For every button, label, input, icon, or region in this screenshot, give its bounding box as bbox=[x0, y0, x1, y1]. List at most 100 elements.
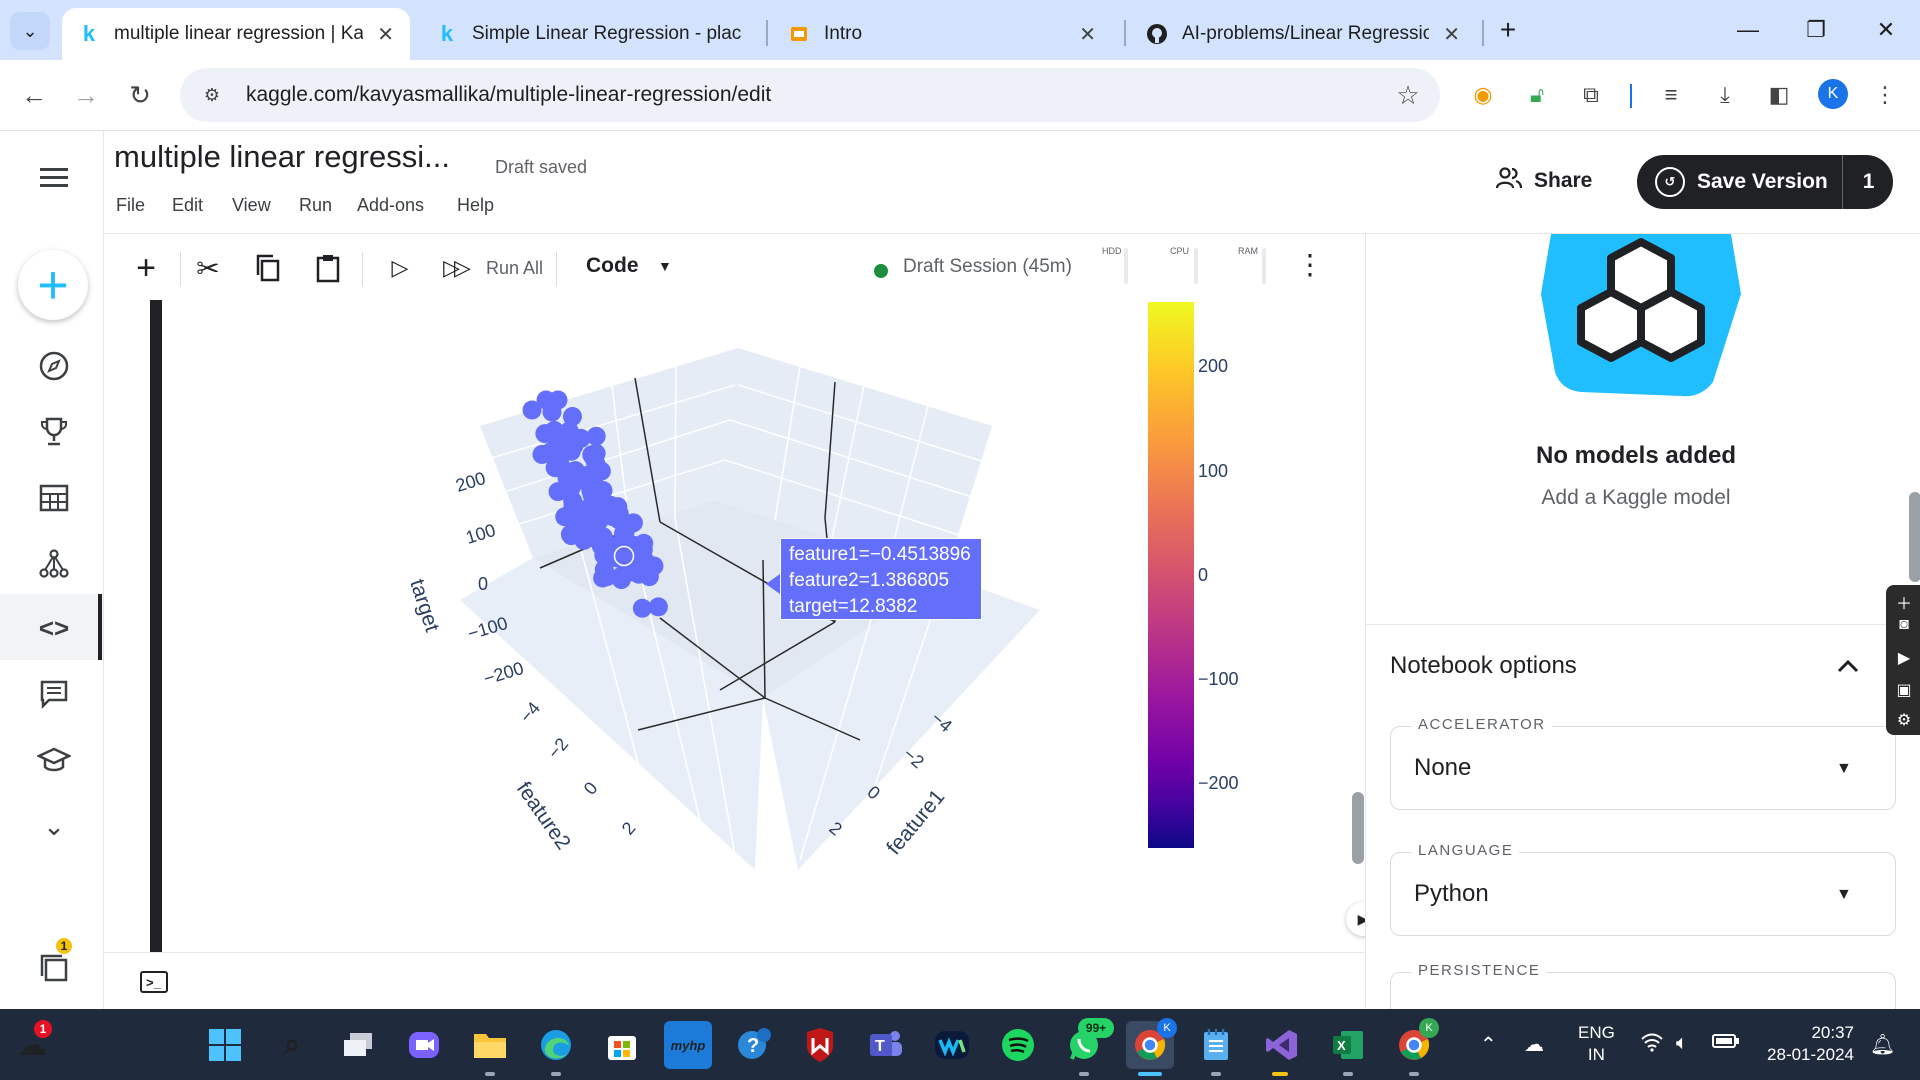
gallery-icon[interactable]: ▣ bbox=[1892, 680, 1916, 704]
gear-icon[interactable]: ⚙ bbox=[1892, 710, 1916, 734]
add-model-link[interactable]: Add a Kaggle model bbox=[1366, 486, 1906, 510]
edge-browser-icon[interactable] bbox=[532, 1021, 580, 1069]
side-panel-icon[interactable]: ◧ bbox=[1762, 78, 1796, 112]
chevron-down-icon[interactable]: ⌄ bbox=[30, 802, 78, 850]
menu-file[interactable]: File bbox=[116, 195, 145, 216]
chevron-up-icon[interactable] bbox=[1836, 650, 1860, 681]
scatter-marker[interactable] bbox=[567, 498, 587, 518]
caret-down-icon[interactable]: ▼ bbox=[1836, 760, 1852, 778]
run-all-button[interactable]: Run All bbox=[486, 258, 543, 279]
myhp-icon[interactable]: myhp bbox=[664, 1021, 712, 1069]
notifications-bell-icon[interactable]: 🔔︎ bbox=[1870, 1032, 1895, 1057]
save-version-button[interactable]: ↺ Save Version 1 bbox=[1637, 155, 1893, 209]
meet-video-icon[interactable] bbox=[400, 1021, 448, 1069]
clock[interactable]: 20:37 28-01-2024 bbox=[1756, 1022, 1854, 1066]
copy-icon[interactable] bbox=[248, 248, 288, 288]
camera-icon[interactable]: ◙ bbox=[1892, 616, 1916, 640]
terminal-icon[interactable]: >_ bbox=[140, 971, 168, 993]
add-capture-icon[interactable]: ＋ bbox=[1892, 590, 1916, 614]
excel-icon[interactable]: X bbox=[1324, 1021, 1372, 1069]
profile-avatar[interactable]: K bbox=[1818, 79, 1848, 109]
extension-lock-icon[interactable]: 🔓︎ bbox=[1520, 78, 1554, 112]
onedrive-cloud-icon[interactable]: ☁ bbox=[1524, 1032, 1544, 1057]
back-arrow-icon[interactable]: ← bbox=[14, 75, 54, 115]
code-icon[interactable]: <> bbox=[30, 604, 78, 652]
extension-circle-icon[interactable]: ◉ bbox=[1466, 78, 1500, 112]
cell-type-select[interactable]: Code bbox=[586, 254, 639, 278]
scatter-marker[interactable] bbox=[578, 521, 598, 541]
cut-scissors-icon[interactable]: ✂ bbox=[188, 248, 228, 288]
video-icon[interactable]: ▶ bbox=[1892, 648, 1916, 672]
datasets-table-icon[interactable] bbox=[30, 474, 78, 522]
close-tab-icon[interactable]: ✕ bbox=[1079, 22, 1096, 47]
language-indicator[interactable]: ENG IN bbox=[1578, 1022, 1615, 1066]
menu-help[interactable]: Help bbox=[457, 195, 494, 216]
more-options-icon[interactable]: ⋮ bbox=[1296, 248, 1324, 281]
scatter-marker[interactable] bbox=[561, 478, 581, 498]
new-tab-button[interactable]: + bbox=[1480, 12, 1536, 48]
scatter-marker[interactable] bbox=[632, 598, 652, 618]
menu-add-ons[interactable]: Add-ons bbox=[357, 195, 424, 216]
models-icon[interactable] bbox=[30, 540, 78, 588]
reload-icon[interactable]: ↻ bbox=[120, 75, 160, 115]
notebook-options-title[interactable]: Notebook options bbox=[1390, 652, 1577, 680]
share-button[interactable]: Share bbox=[1495, 167, 1592, 195]
chevron-up-icon[interactable]: ⌃ bbox=[1480, 1032, 1497, 1057]
forward-arrow-icon[interactable]: → bbox=[66, 75, 106, 115]
menu-run[interactable]: Run bbox=[299, 195, 332, 216]
restore-window-icon[interactable]: ❐ bbox=[1788, 12, 1844, 48]
menu-edit[interactable]: Edit bbox=[172, 195, 203, 216]
paste-clipboard-icon[interactable] bbox=[308, 248, 348, 288]
close-tab-icon[interactable]: ✕ bbox=[1443, 22, 1460, 47]
scatter-marker[interactable] bbox=[562, 407, 582, 427]
notebook-scrollbar-thumb[interactable] bbox=[1352, 792, 1364, 864]
search-icon[interactable]: ⌕ bbox=[268, 1021, 316, 1069]
battery-icon[interactable] bbox=[1712, 1032, 1740, 1055]
close-tab-icon[interactable]: ✕ bbox=[377, 22, 394, 47]
get-help-icon[interactable]: ? bbox=[730, 1021, 778, 1069]
version-count[interactable]: 1 bbox=[1863, 170, 1875, 194]
run-all-icon[interactable]: ▷▷ bbox=[434, 248, 474, 288]
mcafee-shield-icon[interactable] bbox=[796, 1021, 844, 1069]
scatter-marker[interactable] bbox=[542, 402, 562, 422]
tab-search-button[interactable]: ⌄ bbox=[10, 12, 50, 50]
microsoft-store-icon[interactable] bbox=[598, 1021, 646, 1069]
browser-tab-active[interactable]: k multiple linear regression | Kag ✕ bbox=[62, 8, 410, 60]
notebook-title[interactable]: multiple linear regressi... bbox=[114, 139, 450, 175]
scatter-marker[interactable] bbox=[545, 458, 565, 478]
browser-tab[interactable]: AI-problems/Linear Regression/ ✕ bbox=[1130, 8, 1476, 60]
recently-viewed-icon[interactable] bbox=[30, 944, 78, 992]
media-queue-icon[interactable]: ≡ bbox=[1654, 78, 1688, 112]
scatter-marker[interactable] bbox=[601, 505, 621, 525]
url-text[interactable]: kaggle.com/kavyasmallika/multiple-linear… bbox=[246, 83, 1388, 107]
chrome-menu-icon[interactable]: ⋮ bbox=[1868, 78, 1902, 112]
webex-icon[interactable] bbox=[928, 1021, 976, 1069]
teams-icon[interactable]: T bbox=[862, 1021, 910, 1069]
address-bar[interactable]: ⚙ kaggle.com/kavyasmallika/multiple-line… bbox=[180, 68, 1440, 122]
visual-studio-icon[interactable] bbox=[1258, 1021, 1306, 1069]
scatter-marker[interactable] bbox=[554, 428, 574, 448]
windows-start-icon[interactable] bbox=[201, 1021, 249, 1069]
scatter-marker[interactable] bbox=[633, 540, 653, 560]
create-plus-button[interactable]: + bbox=[18, 250, 88, 320]
spotify-icon[interactable] bbox=[994, 1021, 1042, 1069]
site-settings-icon[interactable]: ⚙ bbox=[192, 75, 232, 115]
run-cell-play-icon[interactable]: ▷ bbox=[380, 248, 420, 288]
bookmark-star-icon[interactable]: ☆ bbox=[1388, 80, 1428, 111]
volume-icon[interactable]: 🔈︎ bbox=[1676, 1032, 1688, 1055]
file-explorer-icon[interactable] bbox=[466, 1021, 514, 1069]
draft-session-label[interactable]: Draft Session (45m) bbox=[903, 256, 1072, 278]
caret-down-icon[interactable]: ▼ bbox=[658, 258, 672, 274]
caret-down-icon[interactable]: ▼ bbox=[1836, 886, 1852, 904]
browser-tab[interactable]: k Simple Linear Regression - plac bbox=[420, 8, 760, 60]
trophy-icon[interactable] bbox=[30, 408, 78, 456]
panel-scrollbar-thumb[interactable] bbox=[1909, 492, 1920, 582]
notepad-icon[interactable] bbox=[1192, 1021, 1240, 1069]
compass-icon[interactable] bbox=[30, 342, 78, 390]
hamburger-menu-icon[interactable] bbox=[30, 154, 78, 202]
scatter3d-plot[interactable]: 200 100 0 −100 −200 target −4 −2 0 2 fea… bbox=[380, 300, 1140, 870]
task-view-icon[interactable] bbox=[334, 1021, 382, 1069]
minimize-window-icon[interactable]: — bbox=[1720, 12, 1776, 48]
learn-cap-icon[interactable] bbox=[30, 736, 78, 784]
scatter-marker-hovered[interactable] bbox=[613, 545, 635, 567]
